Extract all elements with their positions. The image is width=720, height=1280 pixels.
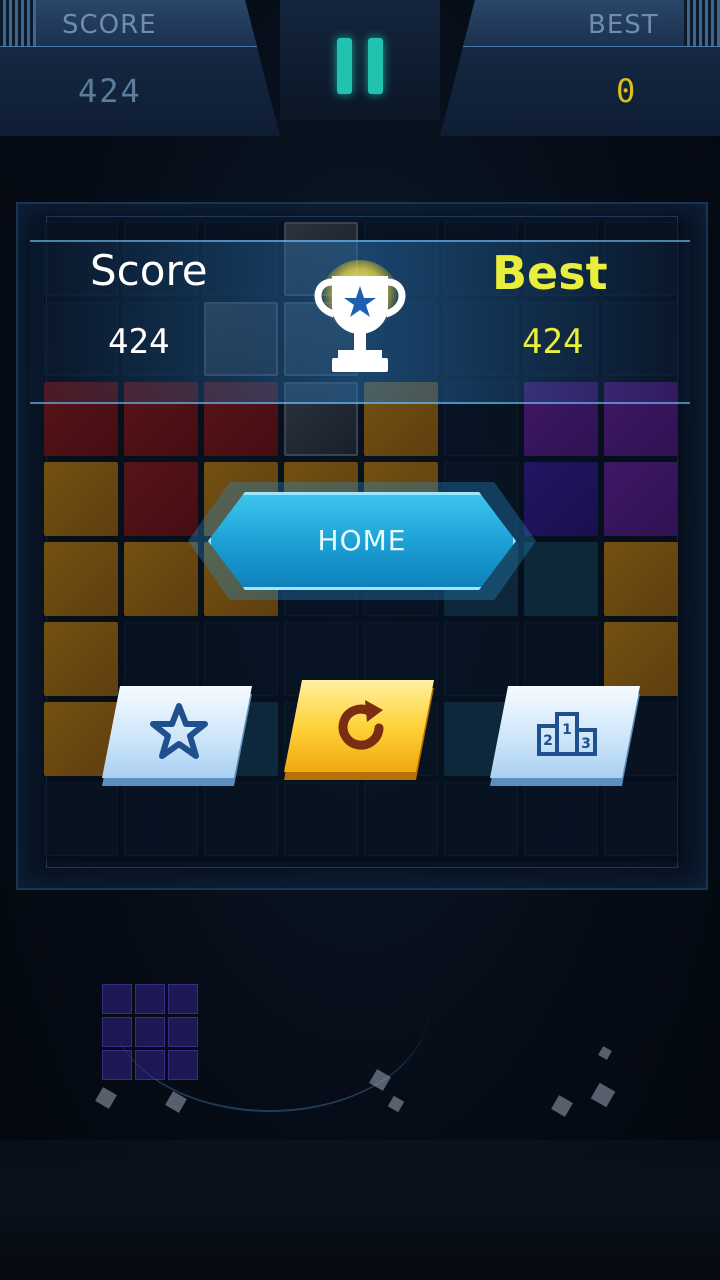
podium-number: 1 <box>562 722 572 738</box>
hud-best-value: 0 <box>616 72 638 110</box>
ground-backdrop <box>0 1140 720 1280</box>
result-score-value: 424 <box>108 322 170 362</box>
debris <box>387 1095 405 1113</box>
leaderboard-button[interactable]: 2 1 3 <box>490 686 640 786</box>
next-piece-cell <box>135 984 165 1014</box>
debris <box>551 1095 573 1117</box>
hud-score-label: SCORE <box>62 10 157 40</box>
next-piece-cell <box>102 1050 132 1080</box>
next-piece-cell <box>102 1017 132 1047</box>
rate-button[interactable] <box>102 686 252 786</box>
result-best-label: Best <box>492 246 608 300</box>
star-icon <box>150 703 208 759</box>
restart-button[interactable] <box>284 680 434 780</box>
next-piece-cell <box>102 984 132 1014</box>
home-button-label: HOME <box>317 524 407 557</box>
best-panel: BEST 0 <box>440 0 720 136</box>
trophy-icon <box>314 260 406 372</box>
debris <box>95 1087 117 1109</box>
debris <box>590 1082 616 1108</box>
podium-number: 2 <box>543 733 553 749</box>
pause-icon <box>337 38 352 94</box>
top-hud: SCORE 424 BEST 0 <box>0 0 720 140</box>
decor-stripes <box>0 0 36 46</box>
home-button[interactable]: HOME <box>208 492 516 590</box>
restart-icon <box>338 700 384 750</box>
result-best-value: 424 <box>522 322 584 362</box>
decor-stripes <box>684 0 720 46</box>
podium-number: 3 <box>581 736 591 752</box>
next-piece-cell <box>168 984 198 1014</box>
hud-best-label: BEST <box>588 10 659 40</box>
next-piece[interactable] <box>102 984 200 1082</box>
pause-button[interactable] <box>337 38 383 94</box>
next-piece-cell <box>135 1050 165 1080</box>
score-panel: SCORE 424 <box>0 0 280 136</box>
debris <box>598 1046 612 1060</box>
hud-score-value: 424 <box>78 72 142 110</box>
next-piece-cell <box>168 1017 198 1047</box>
next-piece-cell <box>168 1050 198 1080</box>
podium-icon: 2 1 3 <box>537 712 597 756</box>
next-piece-cell <box>135 1017 165 1047</box>
result-score-label: Score <box>90 246 208 295</box>
